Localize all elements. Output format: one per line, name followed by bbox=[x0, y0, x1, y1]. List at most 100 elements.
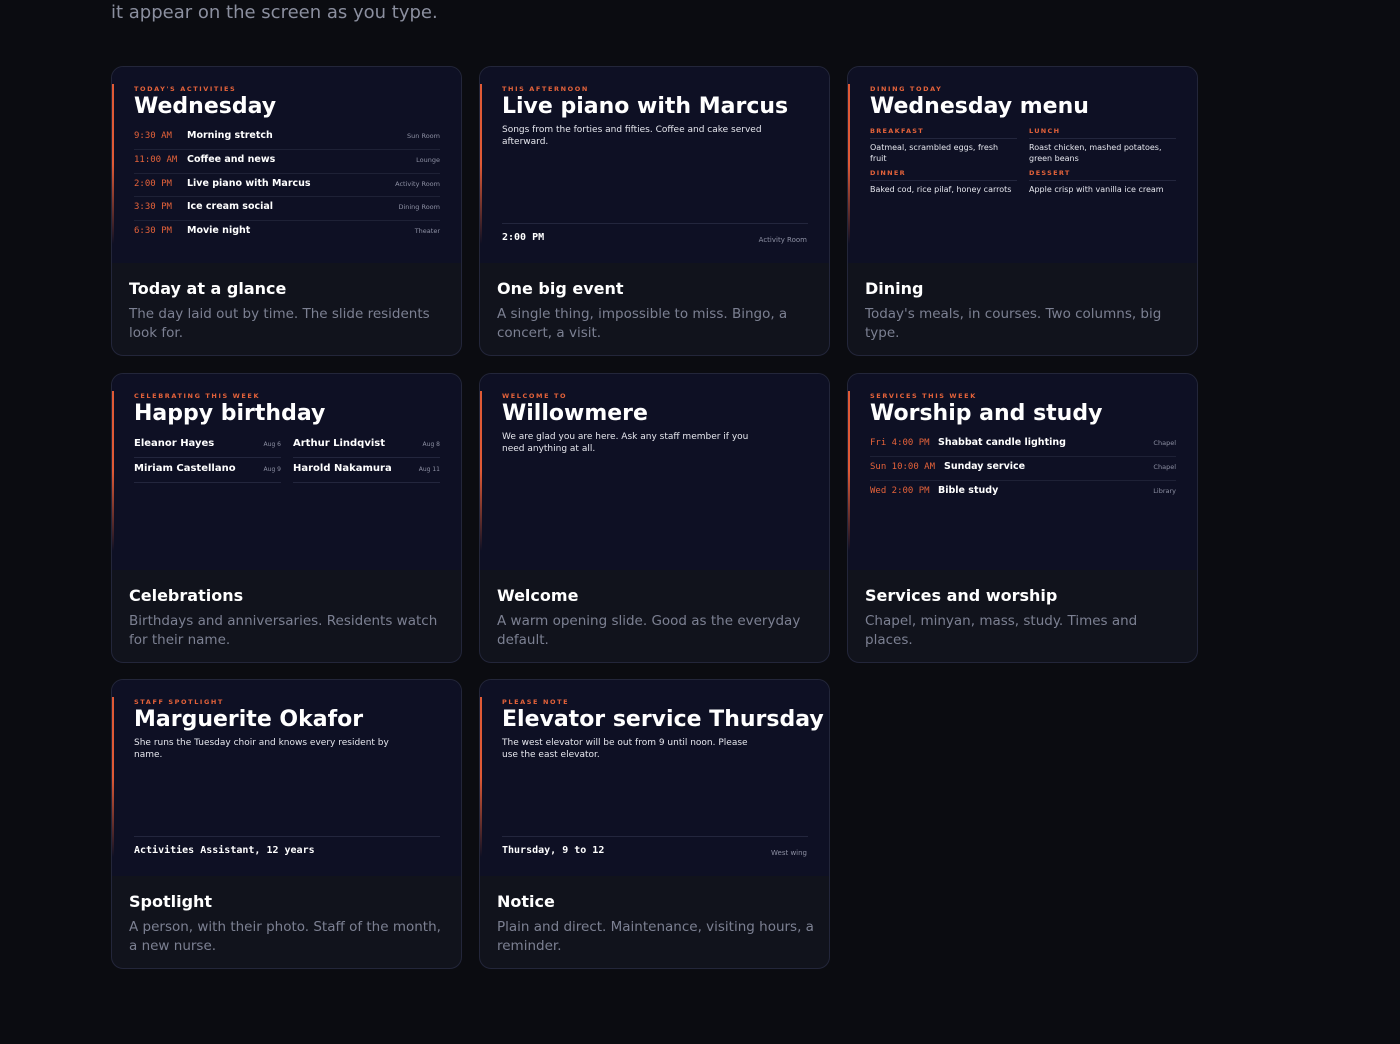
meal-dinner: DINNER Baked cod, rice pilaf, honey carr… bbox=[870, 169, 1017, 195]
schedule-name: Coffee and news bbox=[187, 153, 276, 165]
meal-lunch: LUNCH Roast chicken, mashed potatoes, gr… bbox=[1029, 127, 1176, 164]
slide-footer: 2:00 PM bbox=[502, 232, 545, 243]
birthday-date: Aug 8 bbox=[422, 441, 440, 448]
birthday-date: Aug 11 bbox=[418, 466, 440, 473]
schedule-list: Fri 4:00 PM Shabbat candle lighting Chap… bbox=[870, 433, 1176, 504]
schedule-name: Shabbat candle lighting bbox=[938, 437, 1066, 448]
slide-text: She runs the Tuesday choir and knows eve… bbox=[134, 738, 389, 760]
schedule-name: Bible study bbox=[938, 484, 999, 496]
template-card-celebrations[interactable]: CELEBRATING THIS WEEK Happy birthday Ele… bbox=[111, 373, 462, 663]
slide-title: Happy birthday bbox=[134, 401, 326, 426]
accent-bar bbox=[112, 697, 114, 857]
slide-eyebrow: DINING TODAY bbox=[870, 85, 943, 93]
slide-title: Worship and study bbox=[870, 401, 1103, 426]
schedule-row: Fri 4:00 PM Shabbat candle lighting Chap… bbox=[870, 433, 1176, 457]
slide-text: The west elevator will be out from 9 unt… bbox=[502, 738, 748, 760]
meal-label: LUNCH bbox=[1029, 127, 1176, 139]
schedule-name: Live piano with Marcus bbox=[187, 177, 311, 189]
slide-preview: THIS AFTERNOON Live piano with Marcus So… bbox=[480, 67, 829, 263]
slide-title: Wednesday menu bbox=[870, 94, 1089, 119]
schedule-name: Morning stretch bbox=[187, 130, 273, 141]
slide-preview: DINING TODAY Wednesday menu BREAKFAST Oa… bbox=[848, 67, 1197, 263]
slide-eyebrow: TODAY'S ACTIVITIES bbox=[134, 85, 237, 93]
meal-text: Apple crisp with vanilla ice cream bbox=[1029, 185, 1164, 194]
schedule-list: 9:30 AM Morning stretch Sun Room 11:00 A… bbox=[134, 126, 440, 245]
schedule-location: Lounge bbox=[416, 155, 440, 164]
card-title: Spotlight bbox=[129, 892, 213, 911]
divider bbox=[134, 836, 440, 837]
template-card-event[interactable]: THIS AFTERNOON Live piano with Marcus So… bbox=[479, 66, 830, 356]
meal-text: Oatmeal, scrambled eggs, fresh fruit bbox=[870, 143, 999, 163]
accent-bar bbox=[480, 84, 482, 244]
card-description: Chapel, minyan, mass, study. Times and p… bbox=[865, 613, 1138, 648]
schedule-row: Sun 10:00 AM Sunday service Chapel bbox=[870, 457, 1176, 481]
card-title: Today at a glance bbox=[129, 279, 287, 298]
card-description: The day laid out by time. The slide resi… bbox=[129, 306, 430, 341]
schedule-location: Chapel bbox=[1153, 462, 1176, 471]
accent-bar bbox=[112, 391, 114, 551]
schedule-time: 6:30 PM bbox=[134, 226, 172, 237]
schedule-time: 11:00 AM bbox=[134, 154, 178, 165]
schedule-row: 6:30 PM Movie night Theater bbox=[134, 221, 440, 245]
schedule-name: Sunday service bbox=[944, 460, 1026, 472]
card-description: A warm opening slide. Good as the everyd… bbox=[497, 613, 801, 648]
slide-preview: TODAY'S ACTIVITIES Wednesday 9:30 AM Mor… bbox=[112, 67, 461, 263]
schedule-row: 3:30 PM Ice cream social Dining Room bbox=[134, 197, 440, 222]
template-card-dining[interactable]: DINING TODAY Wednesday menu BREAKFAST Oa… bbox=[847, 66, 1198, 356]
template-card-spotlight[interactable]: STAFF SPOTLIGHT Marguerite Okafor She ru… bbox=[111, 679, 462, 969]
slide-title: Willowmere bbox=[502, 401, 648, 426]
card-description: Birthdays and anniversaries. Residents w… bbox=[129, 613, 438, 648]
meal-text: Baked cod, rice pilaf, honey carrots bbox=[870, 185, 1012, 194]
schedule-time: 3:30 PM bbox=[134, 202, 172, 213]
schedule-name: Movie night bbox=[187, 225, 251, 237]
slide-footer: Activities Assistant, 12 years bbox=[134, 845, 315, 856]
intro-text: it appear on the screen as you type. bbox=[111, 2, 438, 23]
schedule-time: Wed 2:00 PM bbox=[870, 485, 930, 496]
template-card-welcome[interactable]: WELCOME TO Willowmere We are glad you ar… bbox=[479, 373, 830, 663]
card-title: Notice bbox=[497, 892, 555, 911]
schedule-location: Chapel bbox=[1153, 439, 1176, 447]
slide-preview: SERVICES THIS WEEK Worship and study Fri… bbox=[848, 374, 1197, 570]
slide-title: Wednesday bbox=[134, 94, 277, 119]
template-card-worship[interactable]: SERVICES THIS WEEK Worship and study Fri… bbox=[847, 373, 1198, 663]
schedule-name: Ice cream social bbox=[187, 201, 274, 213]
meal-label: BREAKFAST bbox=[870, 127, 1017, 139]
schedule-time: Sun 10:00 AM bbox=[870, 461, 936, 472]
slide-eyebrow: STAFF SPOTLIGHT bbox=[134, 698, 224, 706]
slide-eyebrow: THIS AFTERNOON bbox=[502, 85, 589, 93]
slide-title: Elevator service Thursday bbox=[502, 707, 824, 732]
schedule-row: Wed 2:00 PM Bible study Library bbox=[870, 481, 1176, 505]
meal-breakfast: BREAKFAST Oatmeal, scrambled eggs, fresh… bbox=[870, 127, 1017, 164]
card-description: Plain and direct. Maintenance, visiting … bbox=[497, 919, 814, 954]
slide-preview: WELCOME TO Willowmere We are glad you ar… bbox=[480, 374, 829, 570]
slide-eyebrow: WELCOME TO bbox=[502, 392, 568, 400]
accent-bar bbox=[112, 84, 114, 244]
birthday-name: Eleanor Hayes bbox=[134, 438, 215, 449]
card-description: A person, with their photo. Staff of the… bbox=[129, 919, 441, 954]
schedule-row: 2:00 PM Live piano with Marcus Activity … bbox=[134, 174, 440, 198]
slide-title: Marguerite Okafor bbox=[134, 707, 364, 732]
slide-footer: Thursday, 9 to 12 bbox=[502, 845, 605, 856]
card-title: Celebrations bbox=[129, 586, 244, 605]
schedule-location: Activity Room bbox=[395, 179, 440, 188]
slide-preview: STAFF SPOTLIGHT Marguerite Okafor She ru… bbox=[112, 680, 461, 876]
template-card-today[interactable]: TODAY'S ACTIVITIES Wednesday 9:30 AM Mor… bbox=[111, 66, 462, 356]
accent-bar bbox=[848, 391, 850, 551]
schedule-location: Dining Room bbox=[398, 203, 440, 212]
card-description: Today's meals, in courses. Two columns, … bbox=[865, 306, 1162, 341]
schedule-time: 9:30 AM bbox=[134, 131, 172, 141]
accent-bar bbox=[848, 84, 850, 244]
template-card-notice[interactable]: PLEASE NOTE Elevator service Thursday Th… bbox=[479, 679, 830, 969]
schedule-location: Sun Room bbox=[407, 132, 440, 140]
meal-label: DINNER bbox=[870, 169, 1017, 181]
slide-footer-location: Activity Room bbox=[758, 236, 807, 244]
schedule-row: 9:30 AM Morning stretch Sun Room bbox=[134, 126, 440, 150]
schedule-location: Library bbox=[1153, 486, 1176, 495]
divider bbox=[502, 223, 808, 224]
slide-title: Live piano with Marcus bbox=[502, 94, 789, 119]
slide-eyebrow: PLEASE NOTE bbox=[502, 698, 570, 706]
meal-text: Roast chicken, mashed potatoes, green be… bbox=[1029, 143, 1162, 163]
schedule-time: 2:00 PM bbox=[134, 178, 172, 189]
card-title: Dining bbox=[865, 279, 924, 298]
card-title: Welcome bbox=[497, 586, 579, 605]
